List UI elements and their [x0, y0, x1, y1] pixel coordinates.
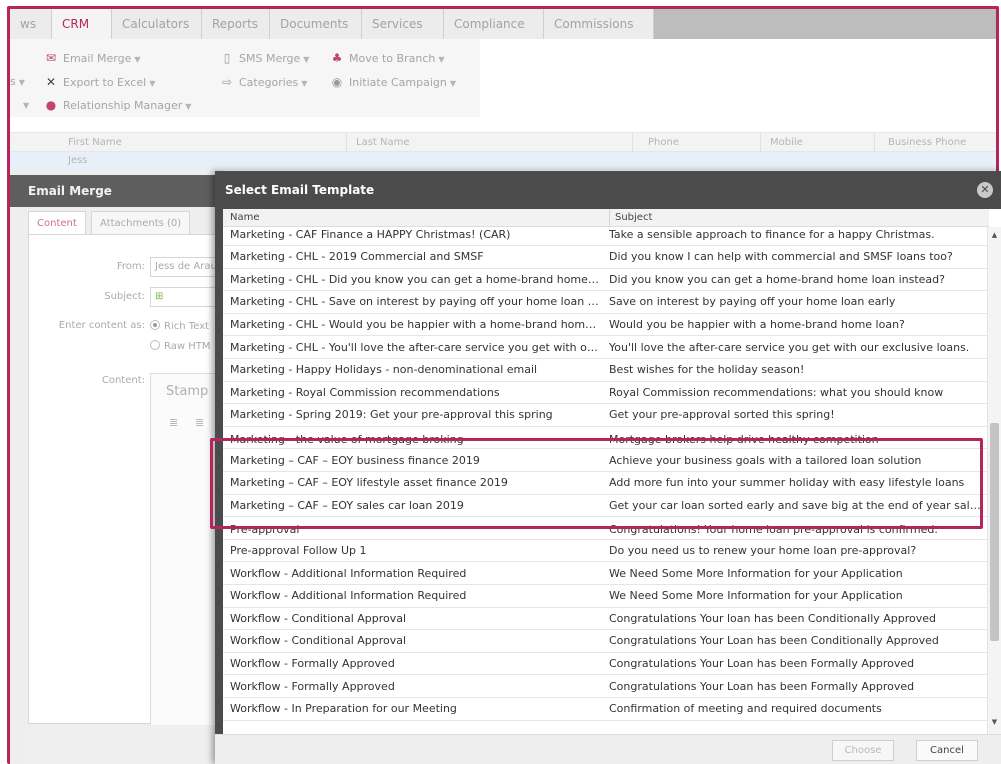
table-row[interactable]: Workflow - Additional Information Requir… [223, 585, 987, 608]
table-row[interactable]: Marketing – CAF – EOY business finance 2… [223, 450, 987, 473]
table-row[interactable]: Pre-approval Follow Up 1 Do you need us t… [223, 540, 987, 563]
dialog-left-border [215, 209, 223, 734]
table-row[interactable]: Workflow - Conditional Approval Congratul… [223, 630, 987, 653]
table-row[interactable]: Marketing - CHL - Would you be happier w… [223, 314, 987, 337]
template-name-cell: Workflow - Conditional Approval [230, 611, 407, 625]
template-name-cell: Marketing – CAF – EOY business finance 2… [230, 453, 480, 467]
template-name-cell: Pre-approval [230, 523, 300, 537]
template-subject-cell: Would you be happier with a home-brand h… [609, 317, 905, 331]
template-name-cell: Workflow - Formally Approved [230, 679, 395, 693]
table-row[interactable]: Marketing - CHL - You'll love the after-… [223, 337, 987, 360]
template-name-cell: Workflow - In Preparation for our Meetin… [230, 702, 457, 716]
template-subject-cell: Best wishes for the holiday season! [609, 363, 805, 377]
template-name-cell: Marketing – CAF – EOY lifestyle asset fi… [230, 476, 508, 490]
table-row[interactable]: Workflow - Formally Approved Congratulati… [223, 653, 987, 676]
table-row[interactable]: Pre-approval Congratulations! Your home l… [223, 517, 987, 540]
choose-button[interactable]: Choose [832, 740, 894, 761]
table-row[interactable]: Marketing – CAF – EOY lifestyle asset fi… [223, 472, 987, 495]
template-subject-cell: Get your pre-approval sorted this spring… [609, 408, 835, 422]
scroll-thumb[interactable] [990, 423, 999, 641]
template-subject-cell: Get your car loan sorted early and save … [609, 498, 981, 512]
template-name-cell: Marketing - CHL - You'll love the after-… [230, 340, 602, 354]
template-subject-cell: You'll love the after-care service you g… [609, 340, 970, 354]
template-subject-cell: Confirmation of meeting and required doc… [609, 702, 882, 716]
template-subject-cell: Congratulations! Your home loan pre-appr… [609, 523, 938, 537]
template-subject-cell: Congratulations Your loan has been Condi… [609, 611, 937, 625]
template-name-cell: Marketing - CHL - Would you be happier w… [230, 317, 602, 331]
template-subject-cell: Achieve your business goals with a tailo… [609, 453, 922, 467]
table-row[interactable]: Marketing - Happy Holidays - non-denomin… [223, 359, 987, 382]
template-name-cell: Marketing - Happy Holidays - non-denomin… [230, 363, 538, 377]
table-row[interactable]: Marketing - CHL - 2019 Commercial and SM… [223, 246, 987, 269]
dialog-title: Select Email Template [215, 171, 1001, 209]
template-subject-cell: Royal Commission recommendations: what y… [609, 385, 944, 399]
table-row[interactable]: Marketing - CHL - Save on interest by pa… [223, 291, 987, 314]
template-name-cell: Workflow - Additional Information Requir… [230, 589, 467, 603]
template-scrollbar[interactable]: ▲ ▼ [987, 227, 1001, 734]
template-subject-cell: Add more fun into your summer holiday wi… [609, 476, 965, 490]
template-subject-cell: Mortgage brokers help drive healthy comp… [609, 432, 879, 446]
column-separator [609, 209, 610, 227]
column-name[interactable]: Name [230, 209, 260, 227]
template-subject-cell: We Need Some More Information for your A… [609, 566, 903, 580]
table-row[interactable]: Workflow - In Preparation for our Meetin… [223, 698, 987, 721]
dialog-footer: Choose Cancel [215, 734, 1001, 764]
cancel-button[interactable]: Cancel [916, 740, 978, 761]
template-table-body: Marketing - CAF Finance a HAPPY Christma… [223, 227, 987, 730]
template-subject-cell: Congratulations Your Loan has been Forma… [609, 656, 915, 670]
template-name-cell: Workflow - Formally Approved [230, 656, 395, 670]
column-subject[interactable]: Subject [615, 209, 652, 227]
template-subject-cell: Did you know you can get a home-brand ho… [609, 272, 945, 286]
template-name-cell: Workflow - Conditional Approval [230, 634, 407, 648]
template-name-cell: Marketing - CHL - 2019 Commercial and SM… [230, 250, 484, 264]
select-email-template-dialog: Select Email Template ✕ Name Subject Mar… [215, 171, 1001, 764]
template-subject-cell: Do you need us to renew your home loan p… [609, 543, 917, 557]
scroll-down-icon[interactable]: ▼ [988, 718, 1001, 730]
template-name-cell: Marketing – CAF – EOY sales car loan 201… [230, 498, 464, 512]
table-row[interactable]: Marketing - CHL - Did you know you can g… [223, 269, 987, 292]
template-subject-cell: Did you know I can help with commercial … [609, 250, 953, 264]
template-subject-cell: Save on interest by paying off your home… [609, 295, 896, 309]
template-name-cell: Marketing - the value of mortgage brokin… [230, 432, 464, 446]
table-row[interactable]: Workflow - Formally Approved Congratulati… [223, 676, 987, 699]
template-name-cell: Marketing - CHL - Save on interest by pa… [230, 295, 602, 309]
template-name-cell: Marketing - CAF Finance a HAPPY Christma… [230, 227, 511, 241]
template-subject-cell: We Need Some More Information for your A… [609, 589, 903, 603]
table-row[interactable]: Marketing - CAF Finance a HAPPY Christma… [223, 227, 987, 247]
scroll-up-icon[interactable]: ▲ [988, 231, 1001, 243]
template-name-cell: Pre-approval Follow Up 1 [230, 543, 367, 557]
table-row[interactable]: Marketing – CAF – EOY sales car loan 201… [223, 495, 987, 518]
table-row[interactable]: Marketing - Royal Commission recommendat… [223, 382, 987, 405]
table-row[interactable]: Marketing - Spring 2019: Get your pre-ap… [223, 404, 987, 427]
template-name-cell: Marketing - Spring 2019: Get your pre-ap… [230, 408, 553, 422]
template-name-cell: Marketing - Royal Commission recommendat… [230, 385, 500, 399]
table-row[interactable]: Marketing - the value of mortgage brokin… [223, 427, 987, 450]
template-name-cell: Workflow - Additional Information Requir… [230, 566, 467, 580]
template-name-cell: Marketing - CHL - Did you know you can g… [230, 272, 602, 286]
table-row[interactable]: Workflow - Conditional Approval Congratul… [223, 608, 987, 631]
template-subject-cell: Congratulations Your Loan has been Condi… [609, 634, 939, 648]
close-icon[interactable]: ✕ [977, 182, 993, 198]
template-subject-cell: Take a sensible approach to finance for … [609, 227, 935, 241]
template-subject-cell: Congratulations Your Loan has been Forma… [609, 679, 915, 693]
template-table-header: Name Subject [223, 209, 989, 227]
table-row[interactable]: Workflow - Additional Information Requir… [223, 563, 987, 586]
